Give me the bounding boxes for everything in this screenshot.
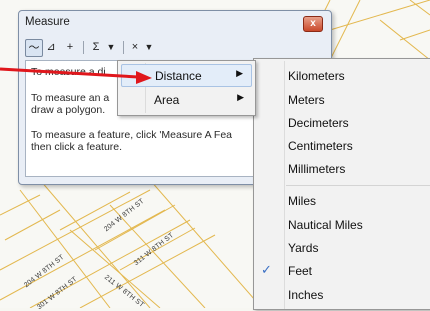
annotation-arrow-icon <box>0 67 152 84</box>
